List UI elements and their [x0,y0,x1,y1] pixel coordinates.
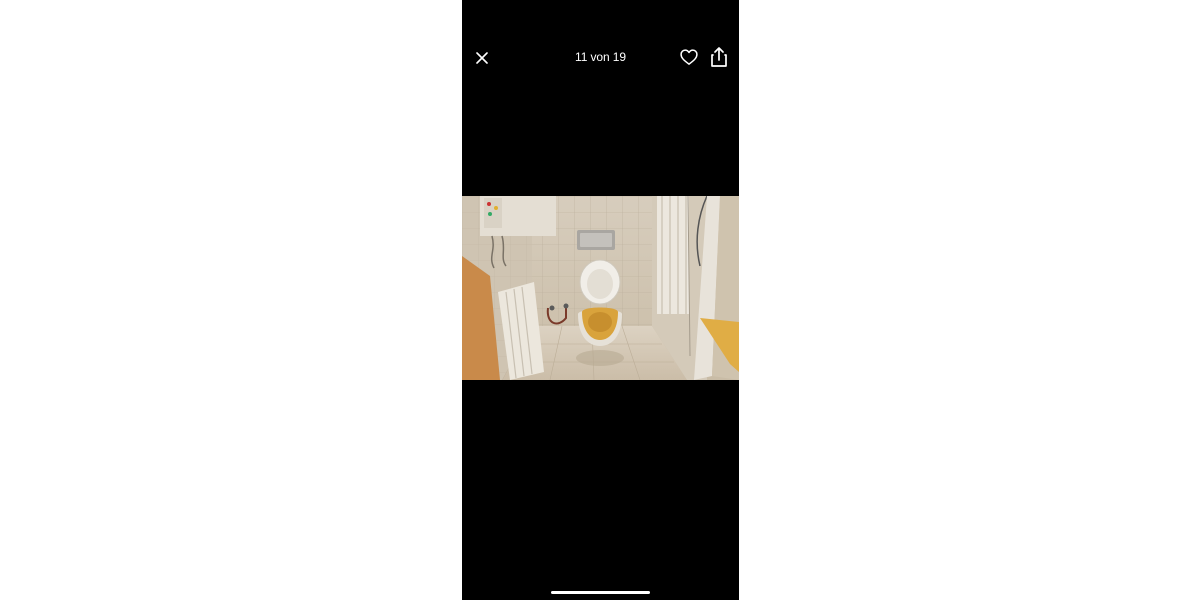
home-indicator[interactable] [551,591,650,594]
share-button[interactable] [709,46,729,68]
favorite-button[interactable] [679,47,699,67]
listing-photo[interactable] [462,196,739,380]
viewer-top-bar: 11 von 19 [462,44,739,72]
share-icon [711,47,727,67]
photo-viewer: 11 von 19 [462,0,739,600]
heart-outline-icon [680,49,698,65]
bathroom-photo-image [462,196,739,380]
